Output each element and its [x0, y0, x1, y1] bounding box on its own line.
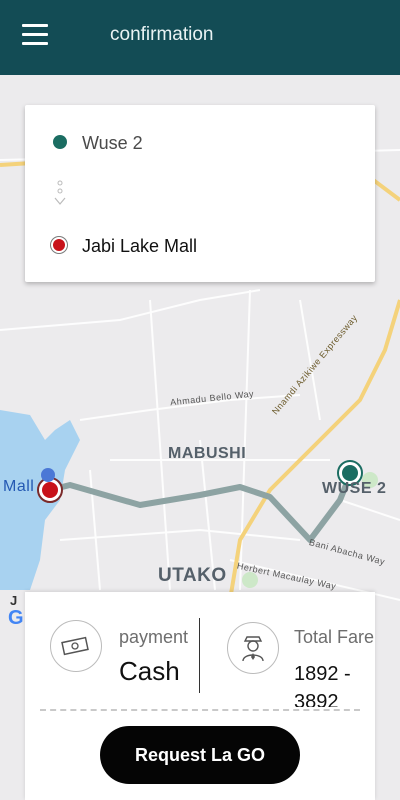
total-fare-value-line2: 3892: [294, 691, 339, 707]
menu-icon[interactable]: [22, 24, 48, 46]
divider: [199, 618, 200, 693]
origin-location[interactable]: Wuse 2: [82, 133, 143, 154]
map-label-mabushi: MABUSHI: [168, 445, 247, 462]
request-button[interactable]: Request La GO: [100, 726, 300, 784]
dashed-divider: [40, 709, 360, 711]
map-label-j: J: [10, 593, 18, 608]
total-fare-label: Total Fare: [294, 627, 375, 647]
destination-location[interactable]: Jabi Lake Mall: [82, 236, 197, 257]
route-connector-icon: [54, 180, 66, 205]
driver-icon: [227, 622, 279, 674]
total-fare-value-line1: 1892 -: [294, 663, 351, 685]
origin-dot-icon: [53, 135, 67, 149]
map-label-wuse2: WUSE 2: [322, 480, 387, 497]
destination-dot-icon: [53, 239, 65, 251]
map-label-g: G: [8, 607, 25, 629]
route-card: Wuse 2 Jabi Lake Mall: [25, 105, 375, 282]
cash-icon: [50, 620, 102, 672]
fare-card: payment Cash Total Fare 1892 - 3892 Requ…: [25, 592, 375, 800]
map-label-mall: Mall: [3, 478, 35, 495]
payment-label: payment: [119, 627, 189, 647]
app-bar: confirmation: [0, 0, 400, 75]
page-title: confirmation: [110, 24, 214, 45]
payment-value[interactable]: Cash: [119, 656, 180, 687]
map-label-utako: UTAKO: [158, 565, 227, 586]
